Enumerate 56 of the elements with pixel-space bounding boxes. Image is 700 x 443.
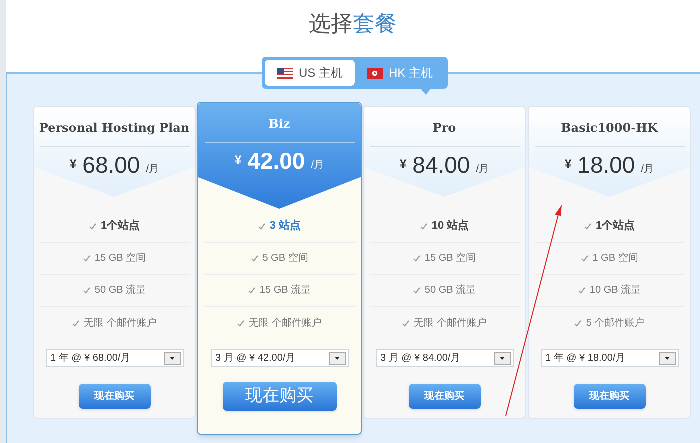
feature-text: 3 站点: [270, 218, 302, 234]
term-dropdown[interactable]: 1 年 @ ¥ 68.00/月: [46, 349, 184, 367]
feature-text: 5 GB 空间: [262, 252, 308, 266]
region-tab[interactable]: US 主机: [265, 60, 356, 86]
feature-text: 无限 个邮件账户: [249, 316, 322, 330]
check-icon: [82, 287, 91, 294]
price-amount: 42.00: [248, 148, 306, 174]
price-unit: /月: [641, 163, 654, 177]
feature-text: 无限 个邮件账户: [414, 316, 487, 330]
check-icon: [88, 223, 97, 230]
price-amount: 18.00: [578, 152, 636, 178]
feature-text: 1个站点: [100, 218, 140, 234]
check-icon: [237, 320, 246, 326]
check-icon: [412, 255, 421, 262]
feature-text: 无限 个邮件账户: [84, 316, 157, 330]
price-unit: /月: [476, 163, 490, 177]
price-unit: /月: [311, 159, 324, 173]
feature-text: 15 GB 空间: [424, 252, 476, 266]
feature-text: 15 GB 流量: [260, 284, 312, 298]
price-amount: 84.00: [412, 152, 470, 178]
check-icon: [250, 255, 259, 262]
feature-text: 5 个邮件账户: [586, 316, 645, 330]
check-icon: [574, 320, 582, 326]
currency-symbol: ¥: [234, 152, 242, 169]
currency-symbol: ¥: [564, 156, 572, 173]
price-amount: 68.00: [82, 152, 140, 178]
feature-text: 15 GB 空间: [94, 252, 146, 266]
feature-text: 50 GB 流量: [424, 284, 476, 298]
hk-flag-icon: [367, 68, 384, 78]
feature-text: 10 站点: [432, 218, 470, 234]
feature-text: 1个站点: [596, 218, 636, 234]
check-icon: [248, 287, 256, 294]
price-unit: /月: [146, 163, 160, 177]
check-icon: [258, 223, 266, 230]
feature-text: 50 GB 流量: [94, 284, 146, 298]
currency-symbol: ¥: [70, 156, 77, 173]
plan-name: Pro: [432, 120, 456, 137]
check-icon: [584, 223, 592, 230]
check-icon: [72, 320, 80, 326]
check-icon: [580, 255, 589, 262]
check-icon: [412, 287, 421, 294]
us-flag-icon: [277, 68, 293, 78]
term-dropdown[interactable]: 3 月 @ ¥ 42.00/月: [210, 349, 348, 367]
check-icon: [82, 255, 91, 262]
page-heading: 选择套餐: [309, 10, 397, 38]
check-icon: [578, 287, 586, 294]
feature-text: 10 GB 流量: [590, 284, 642, 298]
term-dropdown[interactable]: 3 月 @ ¥ 84.00/月: [376, 349, 514, 367]
check-icon: [402, 320, 410, 326]
plan-name: Biz: [268, 116, 290, 133]
plan-name: Basic1000-HK: [561, 120, 658, 137]
currency-symbol: ¥: [400, 156, 407, 173]
check-icon: [420, 223, 428, 230]
term-dropdown[interactable]: 1 年 @ ¥ 18.00/月: [540, 349, 678, 367]
plan-name: Personal Hosting Plan: [39, 120, 190, 137]
feature-text: 1 GB 空间: [592, 252, 638, 266]
